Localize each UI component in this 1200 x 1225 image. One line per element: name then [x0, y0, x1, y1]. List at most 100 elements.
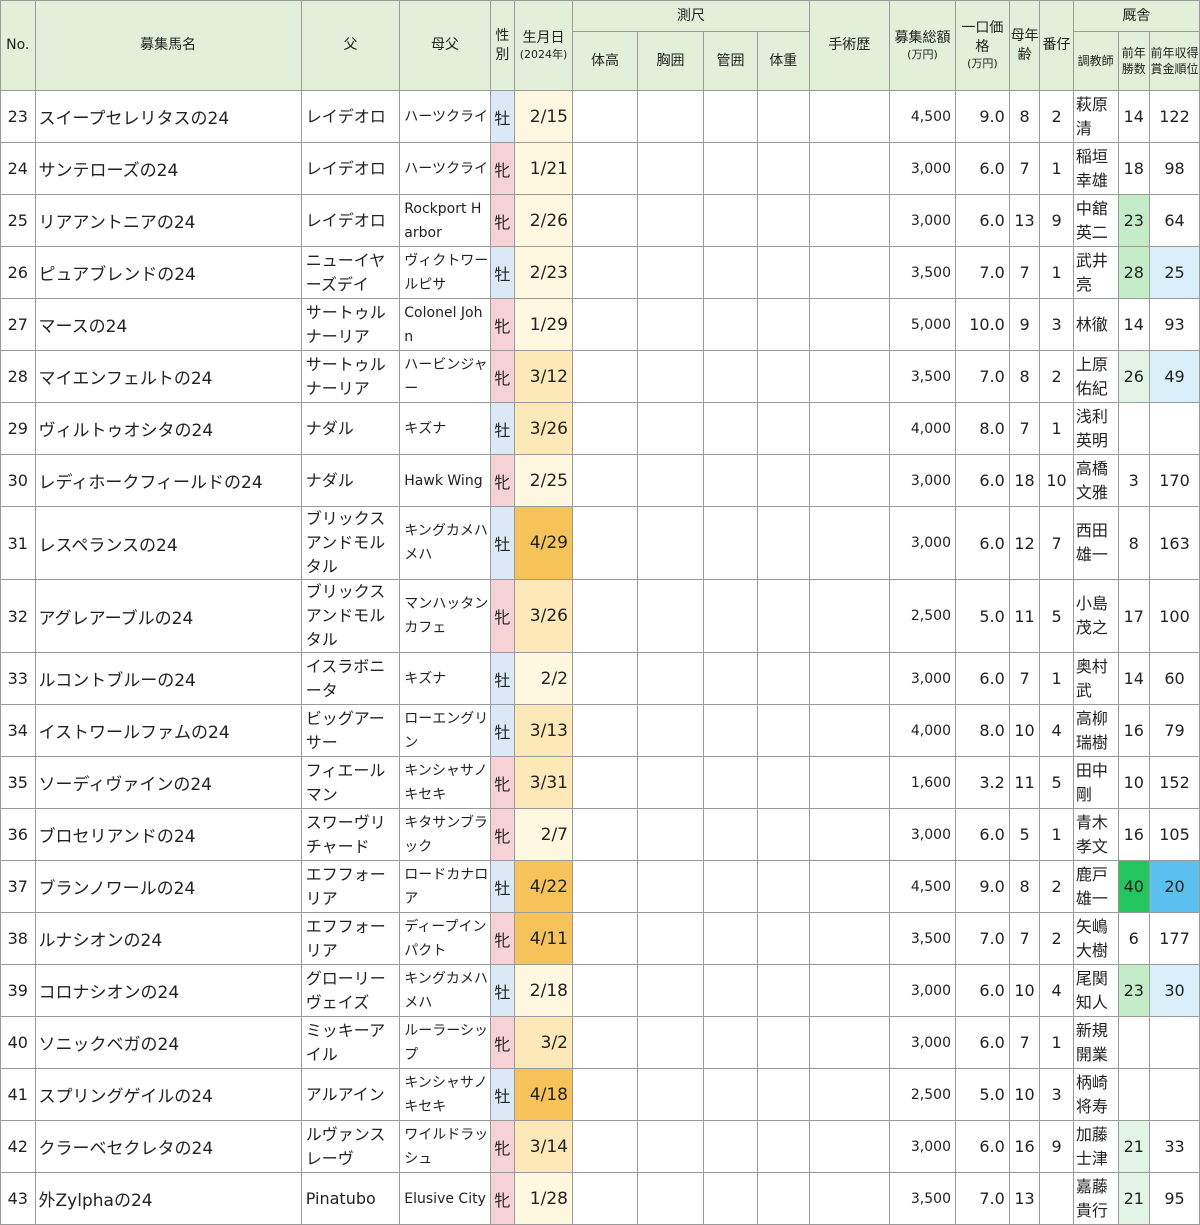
cell-order: 2: [1039, 860, 1074, 913]
cell-total: 3,500: [888, 1172, 956, 1225]
cell-no: 27: [0, 298, 36, 351]
cell-no: 28: [0, 350, 36, 403]
cell-damsire: ハーツクライ: [399, 90, 491, 143]
cell-sex: 牝: [489, 1172, 516, 1225]
header-surgery: 手術歴: [808, 0, 890, 91]
cell-damsire: キタサンブラック: [399, 808, 491, 861]
cell-damsire: キンシャサノキセキ: [399, 756, 491, 809]
cell-cannon: [703, 298, 758, 351]
cell-surgery: [808, 90, 890, 143]
cell-price: 8.0: [954, 704, 1010, 757]
cell-dam-age: 7: [1008, 142, 1041, 195]
cell-surgery: [808, 402, 890, 455]
cell-no: 41: [0, 1068, 36, 1121]
cell-trainer: 武井亮: [1072, 246, 1119, 299]
cell-rank: 95: [1149, 1172, 1200, 1225]
header-weight: 体重: [756, 31, 810, 91]
cell-cannon: [703, 964, 758, 1017]
cell-damsire: ディープインパクト: [399, 912, 491, 965]
cell-trainer: 青木孝文: [1072, 808, 1119, 861]
cell-order: 4: [1039, 964, 1074, 1017]
cell-dam-age: 7: [1008, 652, 1041, 705]
cell-rank: 93: [1149, 298, 1200, 351]
cell-dam-age: 11: [1008, 756, 1041, 809]
cell-surgery: [808, 1068, 890, 1121]
table-row: 28 マイエンフェルトの24 サートゥルナーリア ハービンジャー牝 3/12 3,500 7…: [0, 350, 1200, 403]
cell-price: 7.0: [954, 246, 1010, 299]
cell-price: 6.0: [954, 194, 1010, 247]
cell-rank: 30: [1149, 964, 1200, 1017]
cell-price: 6.0: [954, 808, 1010, 861]
cell-weight: [756, 142, 810, 195]
cell-chest: [636, 402, 705, 455]
header-rank: 前年収得賞金順位: [1149, 31, 1200, 91]
table-row: 30 レディホークフィールドの24 ナダル Hawk Wing 牝 2/25 3,000 6.…: [0, 454, 1200, 507]
cell-rank: 177: [1149, 912, 1200, 965]
cell-dam-age: 10: [1008, 704, 1041, 757]
cell-wins: 28: [1117, 246, 1151, 299]
cell-chest: [636, 506, 705, 580]
cell-rank: 64: [1149, 194, 1200, 247]
cell-height: [571, 1068, 639, 1121]
cell-weight: [756, 652, 810, 705]
cell-order: 7: [1039, 506, 1074, 580]
cell-cannon: [703, 808, 758, 861]
table-row: 34 イストワールファムの24 ビッグアーサー ローエングリン牡 3/13 4,000 8.…: [0, 704, 1200, 757]
cell-height: [571, 964, 639, 1017]
cell-horse-name: リアアントニアの24: [34, 194, 302, 247]
cell-sire: ビッグアーサー: [300, 704, 401, 757]
cell-weight: [756, 860, 810, 913]
cell-dam-age: 11: [1008, 579, 1041, 653]
cell-weight: [756, 579, 810, 653]
cell-sex: 牡: [489, 860, 516, 913]
cell-weight: [756, 506, 810, 580]
cell-height: [571, 1120, 639, 1173]
cell-dam-age: 8: [1008, 860, 1041, 913]
cell-rank: 105: [1149, 808, 1200, 861]
cell-trainer: 柄崎将寿: [1072, 1068, 1119, 1121]
table-row: 24 サンテローズの24 レイデオロ ハーツクライ牝 1/21 3,000 6.0 7 1 稲垣幸…: [0, 142, 1200, 195]
cell-no: 31: [0, 506, 36, 580]
cell-total: 3,500: [888, 246, 956, 299]
cell-surgery: [808, 1172, 890, 1225]
table-row: 36 ブロセリアンドの24 スワーヴリチャード キタサンブラック牝 2/7 3,000 6.…: [0, 808, 1200, 861]
cell-surgery: [808, 454, 890, 507]
cell-no: 40: [0, 1016, 36, 1069]
cell-rank: 98: [1149, 142, 1200, 195]
cell-damsire: Hawk Wing: [399, 454, 491, 507]
cell-order: 1: [1039, 246, 1074, 299]
cell-damsire: ハーツクライ: [399, 142, 491, 195]
cell-dam-age: 7: [1008, 402, 1041, 455]
cell-dam-age: 5: [1008, 808, 1041, 861]
cell-chest: [636, 1172, 705, 1225]
cell-wins: 18: [1117, 142, 1151, 195]
cell-cannon: [703, 652, 758, 705]
cell-trainer: 嘉藤貴行: [1072, 1172, 1119, 1225]
cell-no: 33: [0, 652, 36, 705]
cell-surgery: [808, 506, 890, 580]
cell-height: [571, 454, 639, 507]
cell-birthday: 2/2: [514, 652, 573, 705]
cell-wins: [1117, 1016, 1151, 1069]
cell-sex: 牝: [489, 756, 516, 809]
cell-chest: [636, 808, 705, 861]
cell-trainer: 萩原清: [1072, 90, 1119, 143]
table-row: 37 ブランノワールの24 エフフォーリア ロードカナロア牡 4/22 4,500 9.0 8…: [0, 860, 1200, 913]
cell-chest: [636, 1016, 705, 1069]
cell-cannon: [703, 246, 758, 299]
table-row: 32 アグレアーブルの24 ブリックスアンドモルタル マンハッタンカフェ牝 3/26 2,…: [0, 579, 1200, 653]
cell-horse-name: ヴィルトゥオシタの24: [34, 402, 302, 455]
cell-trainer: 中舘英二: [1072, 194, 1119, 247]
cell-wins: 16: [1117, 808, 1151, 861]
cell-height: [571, 1172, 639, 1225]
cell-wins: 6: [1117, 912, 1151, 965]
cell-no: 23: [0, 90, 36, 143]
cell-no: 35: [0, 756, 36, 809]
cell-total: 4,500: [888, 860, 956, 913]
cell-price: 6.0: [954, 506, 1010, 580]
cell-cannon: [703, 1016, 758, 1069]
cell-surgery: [808, 142, 890, 195]
cell-order: 1: [1039, 402, 1074, 455]
cell-horse-name: スイープセレリタスの24: [34, 90, 302, 143]
cell-birthday: 2/7: [514, 808, 573, 861]
